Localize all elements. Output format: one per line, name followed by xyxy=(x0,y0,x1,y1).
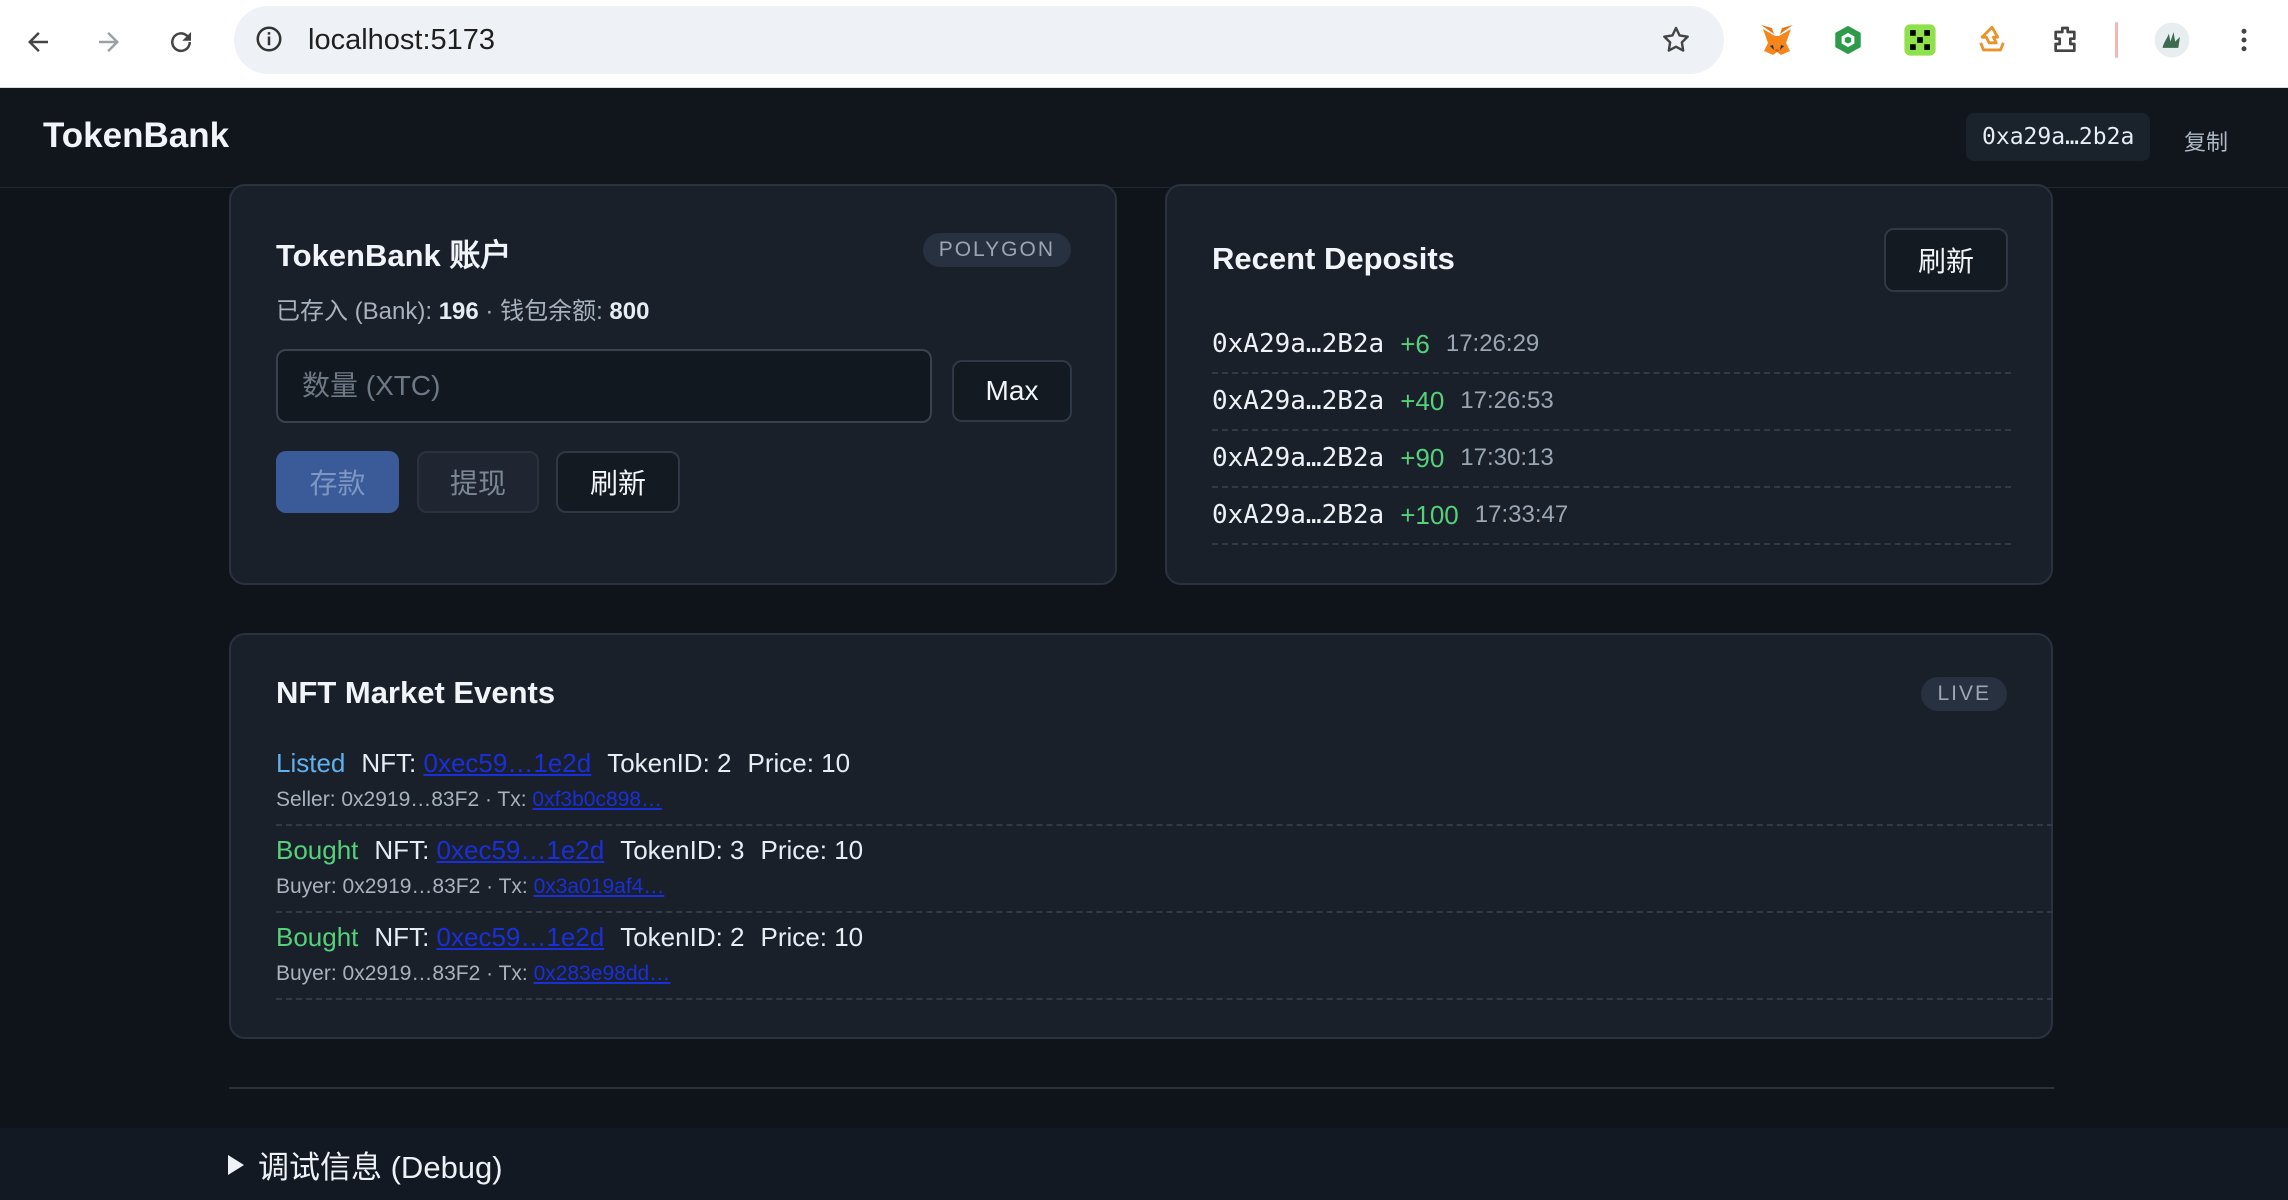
withdraw-button[interactable]: 提现 xyxy=(417,451,539,513)
back-button[interactable] xyxy=(18,22,58,62)
deposits-refresh-button[interactable]: 刷新 xyxy=(1884,228,2008,292)
deposit-amount: +100 xyxy=(1400,499,1459,530)
balance-summary: 已存入 (Bank): 196 · 钱包余额: 800 xyxy=(276,291,649,326)
token-id: TokenID: 2 xyxy=(607,748,732,778)
bookmark-star-icon[interactable] xyxy=(1658,22,1694,58)
deposit-amount: +6 xyxy=(1400,328,1430,359)
event-party: Buyer: 0x2919…83F2 · Tx: xyxy=(276,875,528,898)
event-type-label: Bought xyxy=(276,922,359,952)
live-badge: LIVE xyxy=(1921,677,2007,711)
nft-contract-link[interactable]: 0xec59…1e2d xyxy=(437,835,605,865)
deposit-amount: +40 xyxy=(1400,385,1445,416)
account-title: TokenBank 账户 xyxy=(276,238,512,273)
balance-separator: · 钱包余额: xyxy=(478,298,610,325)
deposit-row: 0xA29a…2B2a +40 17:26:53 xyxy=(1212,373,2011,431)
account-card: TokenBank 账户 POLYGON 已存入 (Bank): 196 · 钱… xyxy=(229,184,1117,585)
nft-event-row: Listed NFT: 0xec59…1e2d TokenID: 2 Price: 1… xyxy=(276,738,2053,826)
toolbar-separator xyxy=(2115,22,2118,58)
event-price: Price: 10 xyxy=(760,922,864,952)
deposit-time: 17:26:53 xyxy=(1460,387,1554,414)
forward-button[interactable] xyxy=(89,22,129,62)
tx-link[interactable]: 0xf3b0c898… xyxy=(532,788,662,811)
extensions-puzzle-icon[interactable] xyxy=(2045,20,2085,60)
url-text[interactable]: localhost:5173 xyxy=(308,24,495,57)
event-price: Price: 10 xyxy=(747,748,851,778)
nft-events-card: NFT Market Events LIVE Listed NFT: 0xec59… xyxy=(229,633,2053,1039)
site-info-icon[interactable] xyxy=(252,22,286,56)
network-badge: POLYGON xyxy=(922,233,1071,267)
deposit-time: 17:26:29 xyxy=(1445,330,1540,357)
okx-extension-icon[interactable] xyxy=(1900,20,1940,60)
metamask-extension-icon[interactable] xyxy=(1757,20,1797,60)
browser-toolbar: localhost:5173 xyxy=(0,0,2288,88)
tx-link[interactable]: 0x3a019af4… xyxy=(534,875,665,898)
balance-prefix: 已存入 (Bank): xyxy=(276,298,439,325)
tx-link[interactable]: 0x283e98dd… xyxy=(534,962,671,985)
app-header: TokenBank 0xa29a…2b2a 复制 xyxy=(0,88,2288,188)
event-party: Buyer: 0x2919…83F2 · Tx: xyxy=(276,962,528,985)
wallet-address-pill: 0xa29a…2b2a xyxy=(1966,113,2151,161)
deposit-row: 0xA29a…2B2a +6 17:26:29 xyxy=(1212,316,2011,374)
token-id: TokenID: 2 xyxy=(620,922,745,952)
recent-deposits-card: Recent Deposits 刷新 0xA29a…2B2a +6 17:26:… xyxy=(1165,184,2053,585)
deposit-address: 0xA29a…2B2a xyxy=(1212,443,1385,473)
recycle-extension-icon[interactable] xyxy=(1972,20,2012,60)
menu-kebab-icon[interactable] xyxy=(2224,20,2264,60)
event-type-label: Listed xyxy=(276,748,346,778)
disclosure-triangle-icon xyxy=(228,1154,244,1175)
deposit-address: 0xA29a…2B2a xyxy=(1212,386,1385,416)
reload-button[interactable] xyxy=(161,22,201,62)
hexagon-extension-icon[interactable] xyxy=(1828,20,1868,60)
deposit-address: 0xA29a…2B2a xyxy=(1212,500,1385,530)
event-price: Price: 10 xyxy=(760,835,864,865)
deposits-title: Recent Deposits xyxy=(1212,241,1455,276)
deposit-row: 0xA29a…2B2a +100 17:33:47 xyxy=(1212,487,2011,545)
copy-address-button[interactable]: 复制 xyxy=(2184,125,2228,157)
debug-toggle[interactable]: 调试信息 (Debug) xyxy=(228,1142,503,1187)
deposit-time: 17:30:13 xyxy=(1460,444,1554,471)
wallet-amount: 800 xyxy=(609,298,650,325)
nft-event-row: Bought NFT: 0xec59…1e2d TokenID: 3 Price: 1… xyxy=(276,825,2053,913)
nft-contract-link[interactable]: 0xec59…1e2d xyxy=(437,922,605,952)
account-refresh-button[interactable]: 刷新 xyxy=(556,451,680,513)
profile-avatar-icon[interactable] xyxy=(2152,20,2192,60)
section-divider xyxy=(229,1087,2054,1089)
deposit-address: 0xA29a…2B2a xyxy=(1212,329,1385,359)
nft-events-title: NFT Market Events xyxy=(276,675,556,710)
debug-panel: 调试信息 (Debug) xyxy=(0,1128,2288,1200)
nft-contract-link[interactable]: 0xec59…1e2d xyxy=(424,748,592,778)
deposit-button[interactable]: 存款 xyxy=(276,451,399,513)
back-arrow-icon xyxy=(28,32,48,52)
nft-label: NFT: xyxy=(374,922,430,952)
deposit-row: 0xA29a…2B2a +90 17:30:13 xyxy=(1212,430,2011,488)
deposit-time: 17:33:47 xyxy=(1474,501,1569,528)
nft-event-row: Bought NFT: 0xec59…1e2d TokenID: 2 Price: 1… xyxy=(276,912,2053,1000)
deposit-amount: +90 xyxy=(1400,442,1445,473)
max-button[interactable]: Max xyxy=(952,360,1072,422)
bank-amount: 196 xyxy=(438,298,479,325)
nft-label: NFT: xyxy=(374,835,430,865)
amount-input[interactable] xyxy=(276,349,932,423)
event-type-label: Bought xyxy=(276,835,359,865)
address-bar[interactable]: localhost:5173 xyxy=(234,6,1724,74)
app-brand: TokenBank xyxy=(43,116,230,155)
nft-label: NFT: xyxy=(361,748,417,778)
reload-icon xyxy=(171,32,192,53)
token-id: TokenID: 3 xyxy=(620,835,745,865)
debug-summary-label: 调试信息 (Debug) xyxy=(258,1150,503,1185)
event-party: Seller: 0x2919…83F2 · Tx: xyxy=(276,788,527,811)
forward-arrow-icon xyxy=(99,32,119,52)
